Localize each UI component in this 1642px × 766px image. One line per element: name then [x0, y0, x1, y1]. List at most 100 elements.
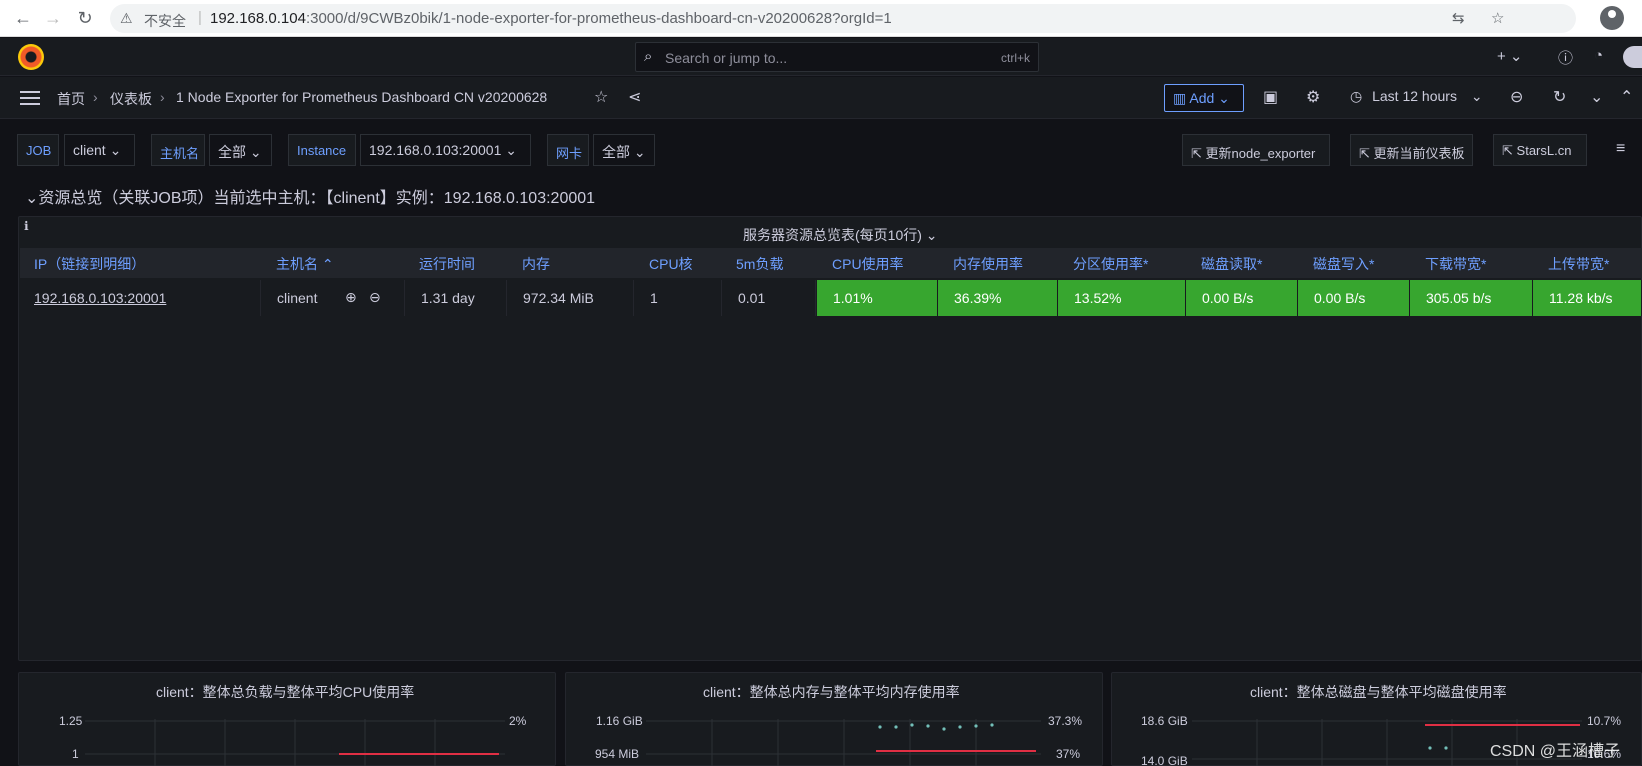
table-cell-partition-usage: 13.52% — [1058, 280, 1186, 316]
external-link-icon: ⇱ — [1502, 143, 1513, 158]
help-icon[interactable]: ⓘ — [1558, 47, 1573, 68]
column-header[interactable]: 磁盘写入* — [1313, 254, 1374, 274]
column-header[interactable]: IP（链接到明细） — [34, 254, 145, 274]
external-link-icon: ⇱ — [1191, 146, 1202, 161]
column-header[interactable]: CPU使用率 — [832, 254, 904, 274]
table-cell-upload: 11.28 kb/s — [1533, 280, 1642, 316]
clock-icon: ◷ — [1350, 88, 1363, 104]
cell-value: clinent — [277, 290, 318, 306]
column-header[interactable]: 上传带宽* — [1548, 254, 1609, 274]
save-icon[interactable]: ▣ — [1263, 87, 1278, 107]
breadcrumb-dashboards[interactable]: 仪表板 — [110, 89, 152, 109]
table-cell-ip[interactable]: 192.168.0.103:20001 — [18, 280, 261, 316]
link-update-exporter[interactable]: ⇱ 更新node_exporter — [1182, 134, 1330, 166]
column-header[interactable]: CPU核 — [649, 254, 693, 274]
link-label: StarsL.cn — [1516, 143, 1572, 158]
chevron-down-icon: ⌄ — [505, 142, 517, 158]
chevron-down-icon: ⌄ — [249, 144, 262, 160]
star-icon[interactable]: ☆ — [594, 87, 608, 107]
graph-plot-area[interactable] — [85, 719, 505, 766]
panel-title[interactable]: client：整体总负载与整体平均CPU使用率 — [156, 682, 414, 702]
add-panel-icon: ▥ — [1173, 90, 1187, 106]
refresh-icon[interactable]: ↻ — [1553, 87, 1566, 107]
zoom-out-filter-icon[interactable]: ⊖ — [369, 289, 381, 306]
dashboard-menu-icon[interactable]: ≡ — [1616, 140, 1625, 158]
panel-title[interactable]: client：整体总磁盘与整体平均磁盘使用率 — [1250, 682, 1507, 702]
variable-label-job: JOB — [17, 134, 59, 166]
chevron-down-icon: ⌄ — [633, 144, 646, 160]
y-axis-tick: 18.6 GiB — [1141, 714, 1188, 728]
chevron-right-icon: › — [160, 89, 165, 105]
search-icon: ⌕ — [644, 48, 653, 65]
column-header[interactable]: 磁盘读取* — [1201, 254, 1262, 274]
reload-icon[interactable]: ↻ — [74, 8, 96, 29]
variable-value: 全部 — [218, 144, 246, 160]
user-avatar[interactable] — [1623, 46, 1642, 68]
link-label: 更新当前仪表板 — [1373, 146, 1465, 161]
zoom-out-icon[interactable]: ⊖ — [1510, 87, 1523, 107]
time-range-label: Last 12 hours — [1372, 88, 1457, 104]
variable-value: 192.168.0.103:20001 — [369, 142, 502, 158]
news-feed-icon[interactable]: ◔ — [1594, 47, 1603, 64]
divider: | — [198, 9, 202, 26]
column-header[interactable]: 内存 — [522, 254, 550, 274]
forward-icon[interactable]: → — [42, 8, 64, 29]
ip-link[interactable]: 192.168.0.103:20001 — [34, 290, 166, 306]
table-cell-download: 305.05 b/s — [1410, 280, 1533, 316]
variable-value: client — [73, 142, 106, 158]
table-cell-memory: 972.34 MiB — [507, 280, 634, 316]
variable-select-nic[interactable]: 全部 ⌄ — [593, 134, 655, 166]
add-button[interactable]: ▥ Add ⌄ — [1164, 84, 1244, 112]
column-header[interactable]: 分区使用率* — [1073, 254, 1148, 274]
column-header[interactable]: 主机名 ⌃ — [276, 254, 334, 274]
share-icon[interactable]: ⋖ — [628, 87, 641, 107]
panel-title[interactable]: client：整体总内存与整体平均内存使用率 — [703, 682, 960, 702]
translate-icon[interactable]: ⇆ — [1452, 9, 1465, 27]
link-starsl[interactable]: ⇱ StarsL.cn — [1493, 134, 1587, 166]
bookmark-star-icon[interactable]: ☆ — [1491, 9, 1504, 27]
chevron-down-icon: ⌄ — [925, 227, 938, 243]
profile-avatar-icon[interactable] — [1600, 6, 1624, 30]
settings-gear-icon[interactable]: ⚙ — [1306, 87, 1320, 107]
column-header[interactable]: 5m负载 — [736, 254, 783, 274]
row-header[interactable]: ⌄资源总览（关联JOB项）当前选中主机：【clinent】实例：192.168.… — [25, 184, 595, 208]
grafana-logo-icon[interactable] — [18, 44, 44, 70]
table-cell-disk-write: 0.00 B/s — [1298, 280, 1410, 316]
y-axis-tick-right: 37.3% — [1048, 714, 1083, 728]
back-icon[interactable]: ← — [12, 8, 34, 29]
menu-hamburger-icon[interactable] — [20, 91, 40, 105]
panel-title-text: 服务器资源总览表(每页10行) — [743, 227, 922, 243]
refresh-interval-chevron-icon[interactable]: ⌄ — [1590, 87, 1603, 107]
search-input[interactable]: ⌕ Search or jump to... ctrl+k — [635, 42, 1039, 72]
variable-select-job[interactable]: client ⌄ — [64, 134, 135, 166]
info-icon[interactable]: ℹ — [24, 219, 29, 233]
add-button-label: Add — [1189, 90, 1215, 106]
search-shortcut: ctrl+k — [1000, 51, 1030, 65]
warning-icon[interactable]: ⚠ — [120, 10, 133, 27]
grafana-topbar: ⌕ Search or jump to... ctrl+k + ⌄ ⓘ ◔ — [0, 38, 1642, 76]
variable-select-instance[interactable]: 192.168.0.103:20001 ⌄ — [360, 134, 531, 166]
column-header[interactable]: 运行时间 — [419, 254, 475, 274]
chevron-right-icon: › — [93, 89, 98, 105]
new-plus-icon[interactable]: + ⌄ — [1497, 47, 1523, 65]
url-text[interactable]: 192.168.0.104:3000/d/9CWBz0bik/1-node-ex… — [210, 10, 892, 27]
graph-panel-memory: client：整体总内存与整体平均内存使用率 1.16 GiB 954 MiB … — [565, 672, 1103, 766]
watermark-text: CSDN @王涵槽子 — [1490, 743, 1621, 760]
graph-plot-area[interactable] — [646, 719, 1041, 766]
column-header[interactable]: 下载带宽* — [1425, 254, 1486, 274]
variable-value: 全部 — [602, 144, 630, 160]
variable-select-hostname[interactable]: 全部 ⌄ — [209, 134, 272, 166]
time-range-picker[interactable]: ◷ Last 12 hours ⌄ — [1350, 88, 1483, 105]
page-title[interactable]: 1 Node Exporter for Prometheus Dashboard… — [176, 89, 547, 105]
breadcrumb-home[interactable]: 首页 — [57, 89, 85, 109]
column-header[interactable]: 内存使用率 — [953, 254, 1023, 274]
zoom-in-filter-icon[interactable]: ⊕ — [345, 289, 357, 306]
disk-total-series — [1428, 746, 1448, 750]
table-cell-load: 0.01 — [722, 280, 816, 316]
chevron-down-icon: ⌄ — [25, 190, 39, 207]
insecure-label[interactable]: 不安全 — [144, 11, 186, 31]
address-bar[interactable]: ⚠ 不安全 | 192.168.0.104:3000/d/9CWBz0bik/1… — [110, 4, 1576, 33]
collapse-icon[interactable]: ⌃ — [1620, 87, 1633, 107]
link-update-dashboard[interactable]: ⇱ 更新当前仪表板 — [1350, 134, 1473, 166]
panel-title[interactable]: 服务器资源总览表(每页10行) ⌄ — [743, 225, 938, 245]
